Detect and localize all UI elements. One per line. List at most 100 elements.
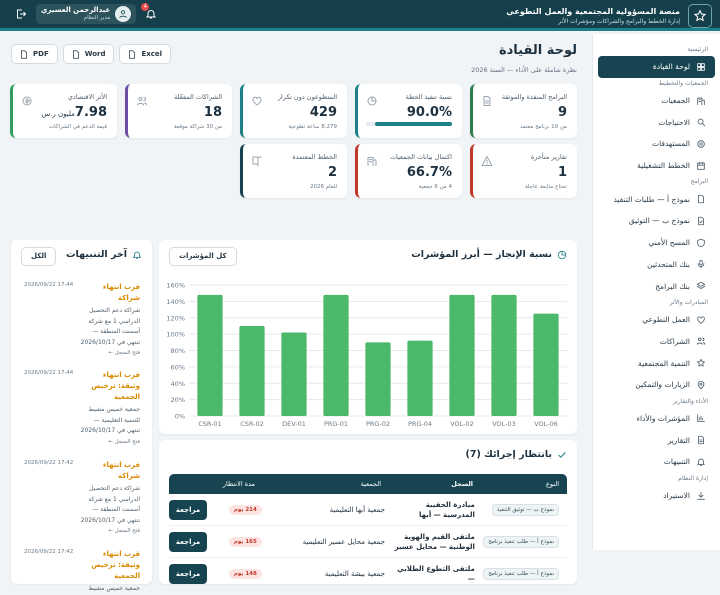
sidebar-item[interactable]: نموذج ب — التوثيق [593,210,720,232]
export-word-label: Word [84,50,106,58]
kpi-note: للعام 2026 [310,184,337,190]
open-record-link[interactable]: فتح السجل ← [24,439,140,445]
export-excel-label: Excel [141,50,163,58]
export-word-button[interactable]: Word [62,44,115,64]
sidebar-item-label: نموذج أ — طلبات التنفيذ [613,194,690,204]
kpi-card[interactable]: نسبة تنفيذ الخطة 90.0% [355,84,462,138]
notifications-title: آخر التنبيهات [65,249,127,260]
bar-VOL-02[interactable] [449,294,475,416]
open-record-link[interactable]: فتح السجل ← [24,350,140,356]
kpi-card[interactable]: البرامج المنفذة والموثقة 9 من 10 برنامج مع… [470,84,577,138]
notification-item[interactable]: 2026/09/22 17:42 قرب انتهاء شراكة شراكة دع… [24,460,140,534]
sidebar-item[interactable]: لوحة القيادة [598,56,715,78]
review-button[interactable]: مراجعة [169,531,207,552]
user-avatar-icon [115,6,132,22]
table-header: النوع السجل الجمعية مدة الانتظار [169,474,567,494]
sidebar-item-label: نموذج ب — التوثيق [628,216,690,226]
file-icon [21,49,27,59]
user-menu[interactable]: عبدالرحمن العسيري مدير النظام [36,4,137,24]
sidebar-section-title: الأداء والتقارير [672,397,708,405]
kpi-note: 8,279 ساعة تطوعية [288,124,337,130]
book-icon [252,156,262,166]
notifications-bell-icon[interactable]: 4 [141,3,160,23]
sidebar-item[interactable]: التقارير [593,429,720,451]
bar-VOL-06[interactable] [533,313,559,416]
sidebar-item[interactable]: الخطط التشغيلية [593,155,720,177]
chart-icon [697,414,705,423]
user-area: 4 عبدالرحمن العسيري مدير النظام [6,3,164,24]
target-icon [696,139,706,149]
notification-item[interactable]: 2026/09/22 17:44 قرب انتهاء وثيقة: ترخيص … [24,370,140,445]
file-icon [698,195,704,204]
sidebar-item[interactable]: المسح الأمني [593,232,720,254]
target-icon [697,140,705,148]
sidebar-item[interactable]: بنك البرامج [593,275,720,297]
sidebar-item[interactable]: التنبيهات [593,451,720,473]
bar-VOL-03[interactable] [491,294,517,416]
sidebar-item[interactable]: الاحتياجات [593,111,720,133]
notification-item[interactable]: 2026/09/22 17:42 قرب انتهاء وثيقة: ترخيص … [24,549,140,595]
review-button[interactable]: مراجعة [169,499,207,520]
sidebar-item[interactable]: الشراكات [593,331,720,353]
notification-body: شراكة دعم التحصيل الدراسي 1 مع شركة أسمن… [80,307,140,346]
pending-table: النوع السجل الجمعية مدة الانتظار نموذج ب… [169,474,567,590]
sidebar-item-label: بنك المتحدثين [647,259,690,269]
sidebar-item[interactable]: الاستيراد [593,485,720,507]
main-content: لوحة القيادة نظرة شاملة على الأداء — الس… [0,34,590,592]
sidebar-item-label: الاستيراد [663,491,690,501]
pending-actions-card: بانتظار إجرائك (7) النوع السجل الجمعية م… [159,440,577,590]
book-icon [251,152,263,166]
notification-item[interactable]: 2026/09/22 17:44 قرب انتهاء شراكة شراكة دع… [24,282,140,356]
bar-CSR-01[interactable] [197,294,223,416]
sidebar-section-title: المبادرات والأثر [669,298,708,306]
kpi-card[interactable]: تقارير متأخرة 1 تحتاج متابعة عاجلة [470,144,577,198]
sidebar-item-label: التنمية المجتمعية [638,358,690,368]
kpi-card[interactable]: اكتمال بيانات الجمعيات 66.7% 4 من 6 جمعية [355,144,462,198]
pin-icon [697,380,705,389]
kpi-card[interactable]: الأثر الاقتصادي 7.98مليون ر.س قيمة الدعم ف… [10,84,117,138]
sidebar-item[interactable]: العمل التطوعي [593,309,720,331]
kpi-card[interactable]: المتطوعون دون تكرار 429 8,279 ساعة تطوعية [240,84,347,138]
bar-PRG-02[interactable] [365,342,391,416]
bar-DEV-01[interactable] [281,332,307,416]
sidebar-item[interactable]: المؤشرات والأداء [593,408,720,430]
review-button[interactable]: مراجعة [169,563,207,584]
x-tick-label: PRG-04 [408,420,432,428]
export-excel-button[interactable]: Excel [119,44,172,64]
y-tick-label: 160% [166,282,185,290]
table-row: نموذج ب — توثيق التنفيذ مبادرة الحقيبة ال… [169,494,567,526]
y-tick-label: 120% [166,314,185,322]
app-subtitle: إدارة الخطط والبرامج والشراكات ومؤشرات ا… [558,18,680,25]
sidebar-item[interactable]: الجمعيات [593,90,720,112]
bar-CSR-02[interactable] [239,325,265,416]
sidebar-item-label: الخطط التشغيلية [637,161,690,171]
notification-date: 2026/09/22 17:44 [24,282,74,288]
kpi-value: 429 [309,105,337,120]
kpi-card[interactable]: الشراكات المفعّلة 18 من 30 شراكة موقعة [125,84,232,138]
kpi-label: الشراكات المفعّلة [174,93,222,101]
open-record-link[interactable]: فتح السجل ← [24,528,140,534]
association-name: جمعية محايل عسير التعليمية [302,537,385,546]
sidebar-item[interactable]: التنمية المجتمعية [593,352,720,374]
all-notifications-button[interactable]: الكل [21,247,57,266]
sidebar-item[interactable]: بنك المتحدثين [593,254,720,276]
export-pdf-button[interactable]: PDF [11,44,58,64]
bar-PRG-04[interactable] [407,340,433,416]
logout-icon[interactable] [12,5,30,23]
table-row: نموذج أ — طلب تنفيذ برنامج ملتقى القيم وا… [169,526,567,558]
notifications-card: آخر التنبيهات الكل 2026/09/22 17:44 قرب ا… [11,240,152,592]
brand: منصة المسؤولية المجتمعية والعمل التطوعي … [506,4,712,28]
col-type-header: النوع [546,480,559,488]
doc-icon [483,96,491,106]
kpi-note: من 10 برنامج معتمد [520,124,567,130]
x-tick-label: PRG-01 [324,420,348,428]
users-icon [136,92,148,106]
kpi-card[interactable]: الخطط المعتمدة 2 للعام 2026 [240,144,347,198]
notification-title: قرب انتهاء وثيقة: ترخيص الجمعية [91,371,140,401]
sidebar-item[interactable]: الزيارات والتمكين [593,374,720,396]
page-subtitle: نظرة شاملة على الأداء — السنة 2026 [471,66,577,74]
bar-PRG-01[interactable] [323,294,349,416]
sidebar-item[interactable]: نموذج أ — طلبات التنفيذ [593,188,720,210]
sidebar-item[interactable]: المستهدفات [593,133,720,155]
users-icon [137,97,147,106]
